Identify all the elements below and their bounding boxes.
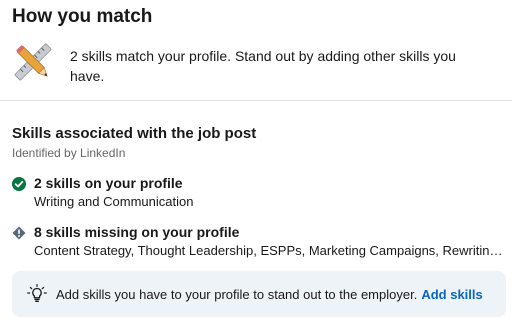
add-skills-notice: Add skills you have to your profile to s… <box>12 271 506 317</box>
match-summary: 2 skills match your profile. Stand out b… <box>12 40 500 86</box>
skills-on-profile-list: Writing and Communication <box>34 194 194 209</box>
skills-title: Skills associated with the job post <box>12 125 257 142</box>
skills-missing-heading: 8 skills missing on your profile <box>34 224 240 240</box>
lightbulb-icon <box>27 284 47 302</box>
add-skills-notice-text: Add skills you have to your profile to s… <box>56 287 483 302</box>
skills-on-profile-heading: 2 skills on your profile <box>34 175 183 191</box>
match-summary-text: 2 skills match your profile. Stand out b… <box>70 48 456 84</box>
skills-on-profile: 2 skills on your profile Writing and Com… <box>12 174 507 211</box>
warning-diamond-icon <box>12 226 26 240</box>
add-skills-link[interactable]: Add skills <box>421 287 482 302</box>
section-divider <box>0 100 512 101</box>
notice-message: Add skills you have to your profile to s… <box>56 286 418 302</box>
skills-missing: 8 skills missing on your profile Content… <box>12 223 507 260</box>
pencil-ruler-icon <box>14 43 52 81</box>
skills-missing-list: Content Strategy, Thought Leadership, ES… <box>34 243 507 258</box>
skills-subtitle: Identified by LinkedIn <box>12 146 126 160</box>
section-title: How you match <box>12 6 153 27</box>
check-circle-icon <box>12 177 26 191</box>
